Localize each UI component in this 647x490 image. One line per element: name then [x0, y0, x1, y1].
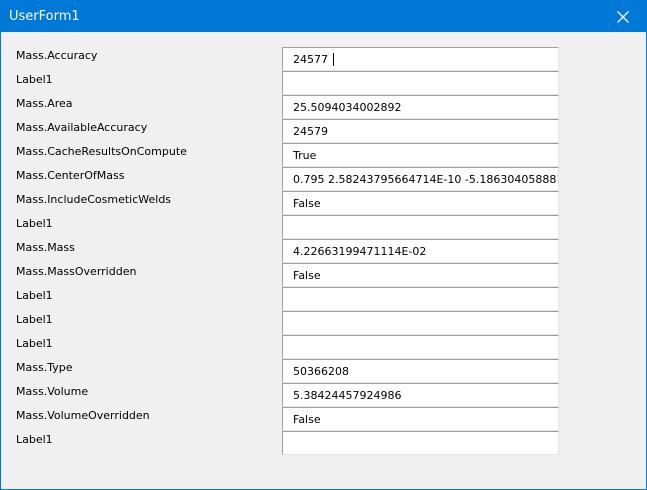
field-label: Mass.AvailableAccuracy: [16, 121, 148, 134]
field-input[interactable]: [283, 384, 558, 406]
field-textbox[interactable]: [282, 311, 559, 335]
field-textbox[interactable]: [282, 335, 559, 359]
field-input[interactable]: [283, 240, 558, 262]
form-row: Mass.CenterOfMass: [1, 167, 646, 191]
form-row: Label1: [1, 335, 646, 359]
field-label: Label1: [16, 217, 53, 230]
field-textbox[interactable]: [282, 239, 559, 263]
form-row: Label1: [1, 215, 646, 239]
field-textbox[interactable]: [282, 287, 559, 311]
field-textbox[interactable]: [282, 383, 559, 407]
field-input[interactable]: [283, 168, 558, 190]
field-label: Mass.Volume: [16, 385, 89, 398]
field-textbox[interactable]: [282, 47, 559, 71]
field-input[interactable]: [283, 408, 558, 430]
field-textbox[interactable]: [282, 95, 559, 119]
field-label: Mass.CenterOfMass: [16, 169, 125, 182]
field-textbox[interactable]: [282, 191, 559, 215]
field-label: Mass.VolumeOverridden: [16, 409, 150, 422]
form-row: Mass.Type: [1, 359, 646, 383]
field-label: Label1: [16, 433, 53, 446]
field-input[interactable]: [283, 216, 558, 238]
form-row: Mass.Area: [1, 95, 646, 119]
field-label: Mass.Type: [16, 361, 73, 374]
field-textbox[interactable]: [282, 263, 559, 287]
close-button[interactable]: [600, 1, 646, 32]
field-label: Mass.Area: [16, 97, 73, 110]
field-input[interactable]: [283, 72, 558, 94]
field-label: Mass.MassOverridden: [16, 265, 137, 278]
field-label: Mass.Accuracy: [16, 49, 98, 62]
form-row: Mass.CacheResultsOnCompute: [1, 143, 646, 167]
form-row: Label1: [1, 287, 646, 311]
form-row: Label1: [1, 311, 646, 335]
field-label: Label1: [16, 289, 53, 302]
field-label: Mass.CacheResultsOnCompute: [16, 145, 187, 158]
text-caret: [333, 53, 334, 66]
form-row: Mass.AvailableAccuracy: [1, 119, 646, 143]
field-label: Label1: [16, 313, 53, 326]
field-input[interactable]: [283, 144, 558, 166]
form-row: Mass.Volume: [1, 383, 646, 407]
field-textbox[interactable]: [282, 359, 559, 383]
field-textbox[interactable]: [282, 119, 559, 143]
field-label: Mass.IncludeCosmeticWelds: [16, 193, 172, 206]
field-input[interactable]: [283, 264, 558, 286]
field-input[interactable]: [283, 96, 558, 118]
form-row: Mass.IncludeCosmeticWelds: [1, 191, 646, 215]
field-textbox[interactable]: [282, 167, 559, 191]
form-row: Mass.MassOverridden: [1, 263, 646, 287]
field-input[interactable]: [283, 288, 558, 310]
field-textbox[interactable]: [282, 71, 559, 95]
field-input[interactable]: [283, 312, 558, 334]
field-textbox[interactable]: [282, 407, 559, 431]
form-row: Mass.VolumeOverridden: [1, 407, 646, 431]
field-input[interactable]: [283, 192, 558, 214]
field-input[interactable]: [283, 432, 558, 454]
field-textbox[interactable]: [282, 431, 559, 455]
window-title: UserForm1: [9, 9, 80, 24]
form-row: Mass.Accuracy: [1, 47, 646, 71]
form-row: Label1: [1, 431, 646, 455]
field-label: Label1: [16, 337, 53, 350]
form-row: Mass.Mass: [1, 239, 646, 263]
form-row: Label1: [1, 71, 646, 95]
field-input[interactable]: [283, 336, 558, 358]
title-bar[interactable]: UserForm1: [1, 1, 646, 32]
close-icon: [617, 10, 629, 23]
userform-window: UserForm1 Mass.AccuracyLabel1Mass.AreaMa…: [0, 0, 647, 490]
field-label: Label1: [16, 73, 53, 86]
field-input[interactable]: [283, 48, 558, 70]
field-textbox[interactable]: [282, 143, 559, 167]
field-input[interactable]: [283, 360, 558, 382]
field-label: Mass.Mass: [16, 241, 75, 254]
form-body: Mass.Accuracy Label1 Mass.Area Mass.Availab…: [1, 32, 646, 489]
field-textbox[interactable]: [282, 215, 559, 239]
field-input[interactable]: [283, 120, 558, 142]
